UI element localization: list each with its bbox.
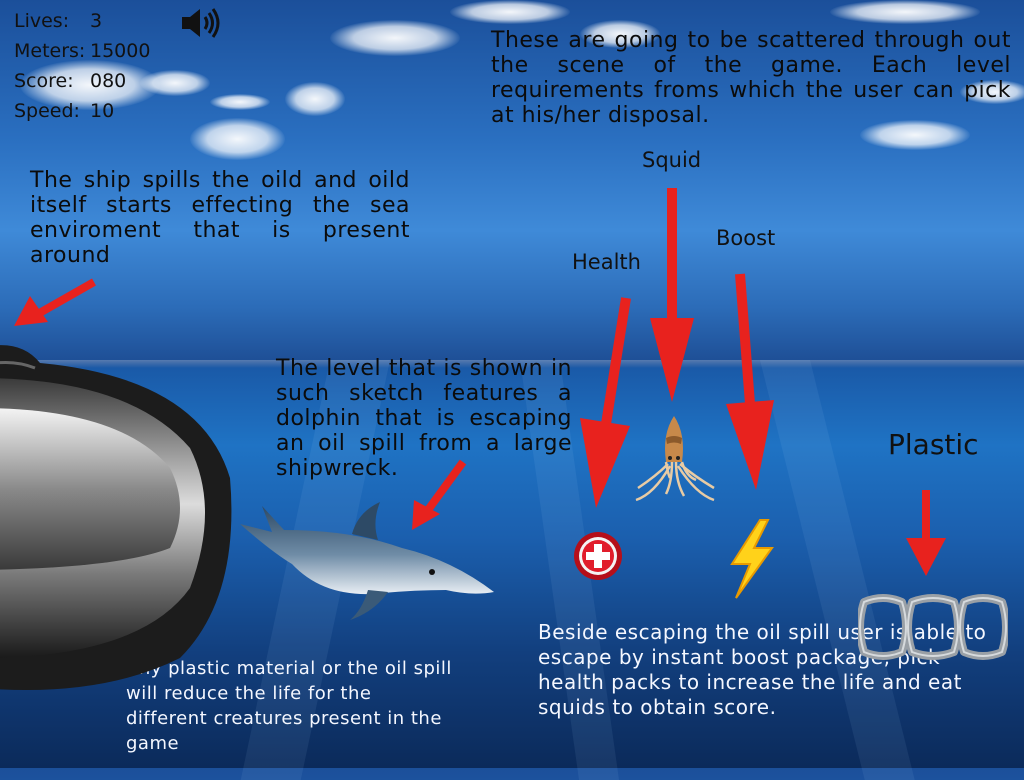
plastic-rings-icon[interactable] xyxy=(858,592,1008,662)
squid-icon[interactable] xyxy=(626,414,722,510)
health-pack-icon[interactable] xyxy=(572,530,624,582)
dolphin-character xyxy=(240,502,494,620)
lightning-bolt-icon[interactable] xyxy=(722,518,778,600)
shipwreck-hull xyxy=(0,345,232,690)
